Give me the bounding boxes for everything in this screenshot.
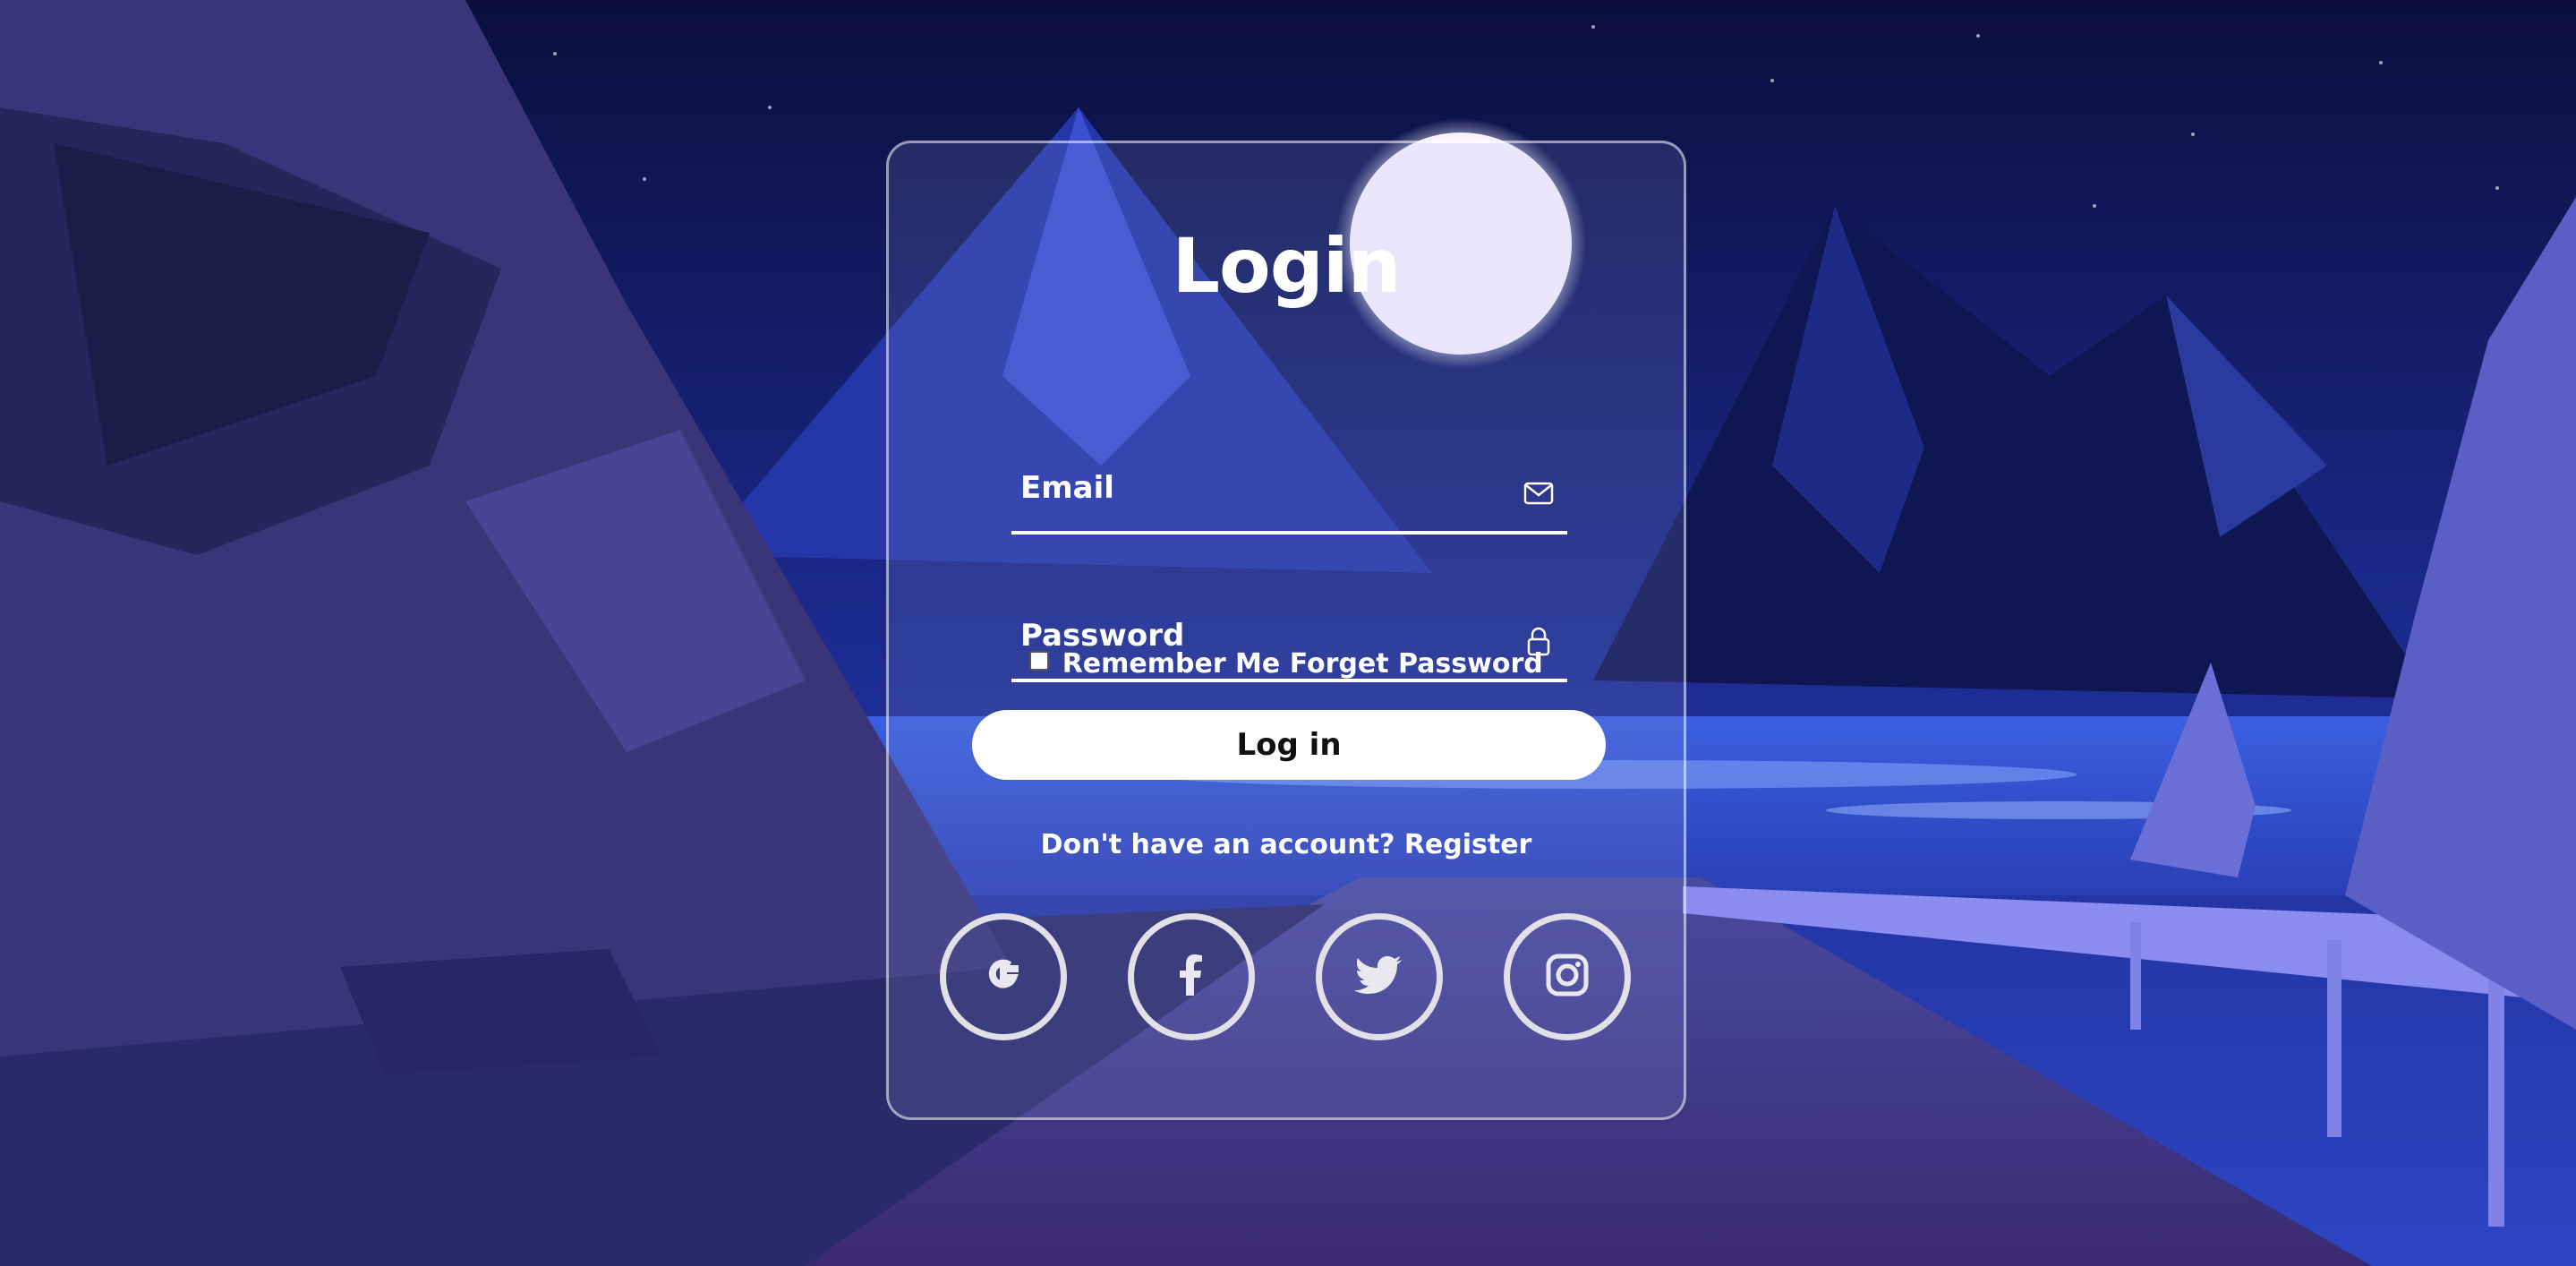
- login-button[interactable]: Log in: [972, 710, 1606, 780]
- social-login-row: [940, 913, 1647, 1048]
- envelope-icon: [1523, 477, 1555, 509]
- login-options-row: Remember Me Forget Password: [889, 648, 1684, 680]
- google-login-button[interactable]: [940, 913, 1067, 1040]
- forget-password-link[interactable]: Forget Password: [1290, 648, 1543, 680]
- twitter-login-button[interactable]: [1316, 913, 1443, 1040]
- email-placeholder: Email: [1020, 470, 1114, 506]
- register-prompt: Don't have an account?: [1040, 829, 1395, 860]
- instagram-login-button[interactable]: [1504, 913, 1631, 1040]
- facebook-icon: [1164, 947, 1219, 1006]
- instagram-icon: [1540, 947, 1595, 1006]
- remember-me-checkbox[interactable]: [1029, 651, 1050, 671]
- remember-me-label[interactable]: Remember Me: [1062, 648, 1281, 680]
- email-field[interactable]: Email: [1011, 449, 1567, 535]
- register-row: Don't have an account? Register: [889, 829, 1684, 860]
- register-link[interactable]: Register: [1404, 829, 1532, 860]
- twitter-icon: [1352, 947, 1407, 1006]
- login-title: Login: [1172, 222, 1402, 310]
- login-card: Login Email Password Remember Me Forget …: [886, 141, 1686, 1120]
- google-icon: [976, 947, 1031, 1006]
- facebook-login-button[interactable]: [1128, 913, 1255, 1040]
